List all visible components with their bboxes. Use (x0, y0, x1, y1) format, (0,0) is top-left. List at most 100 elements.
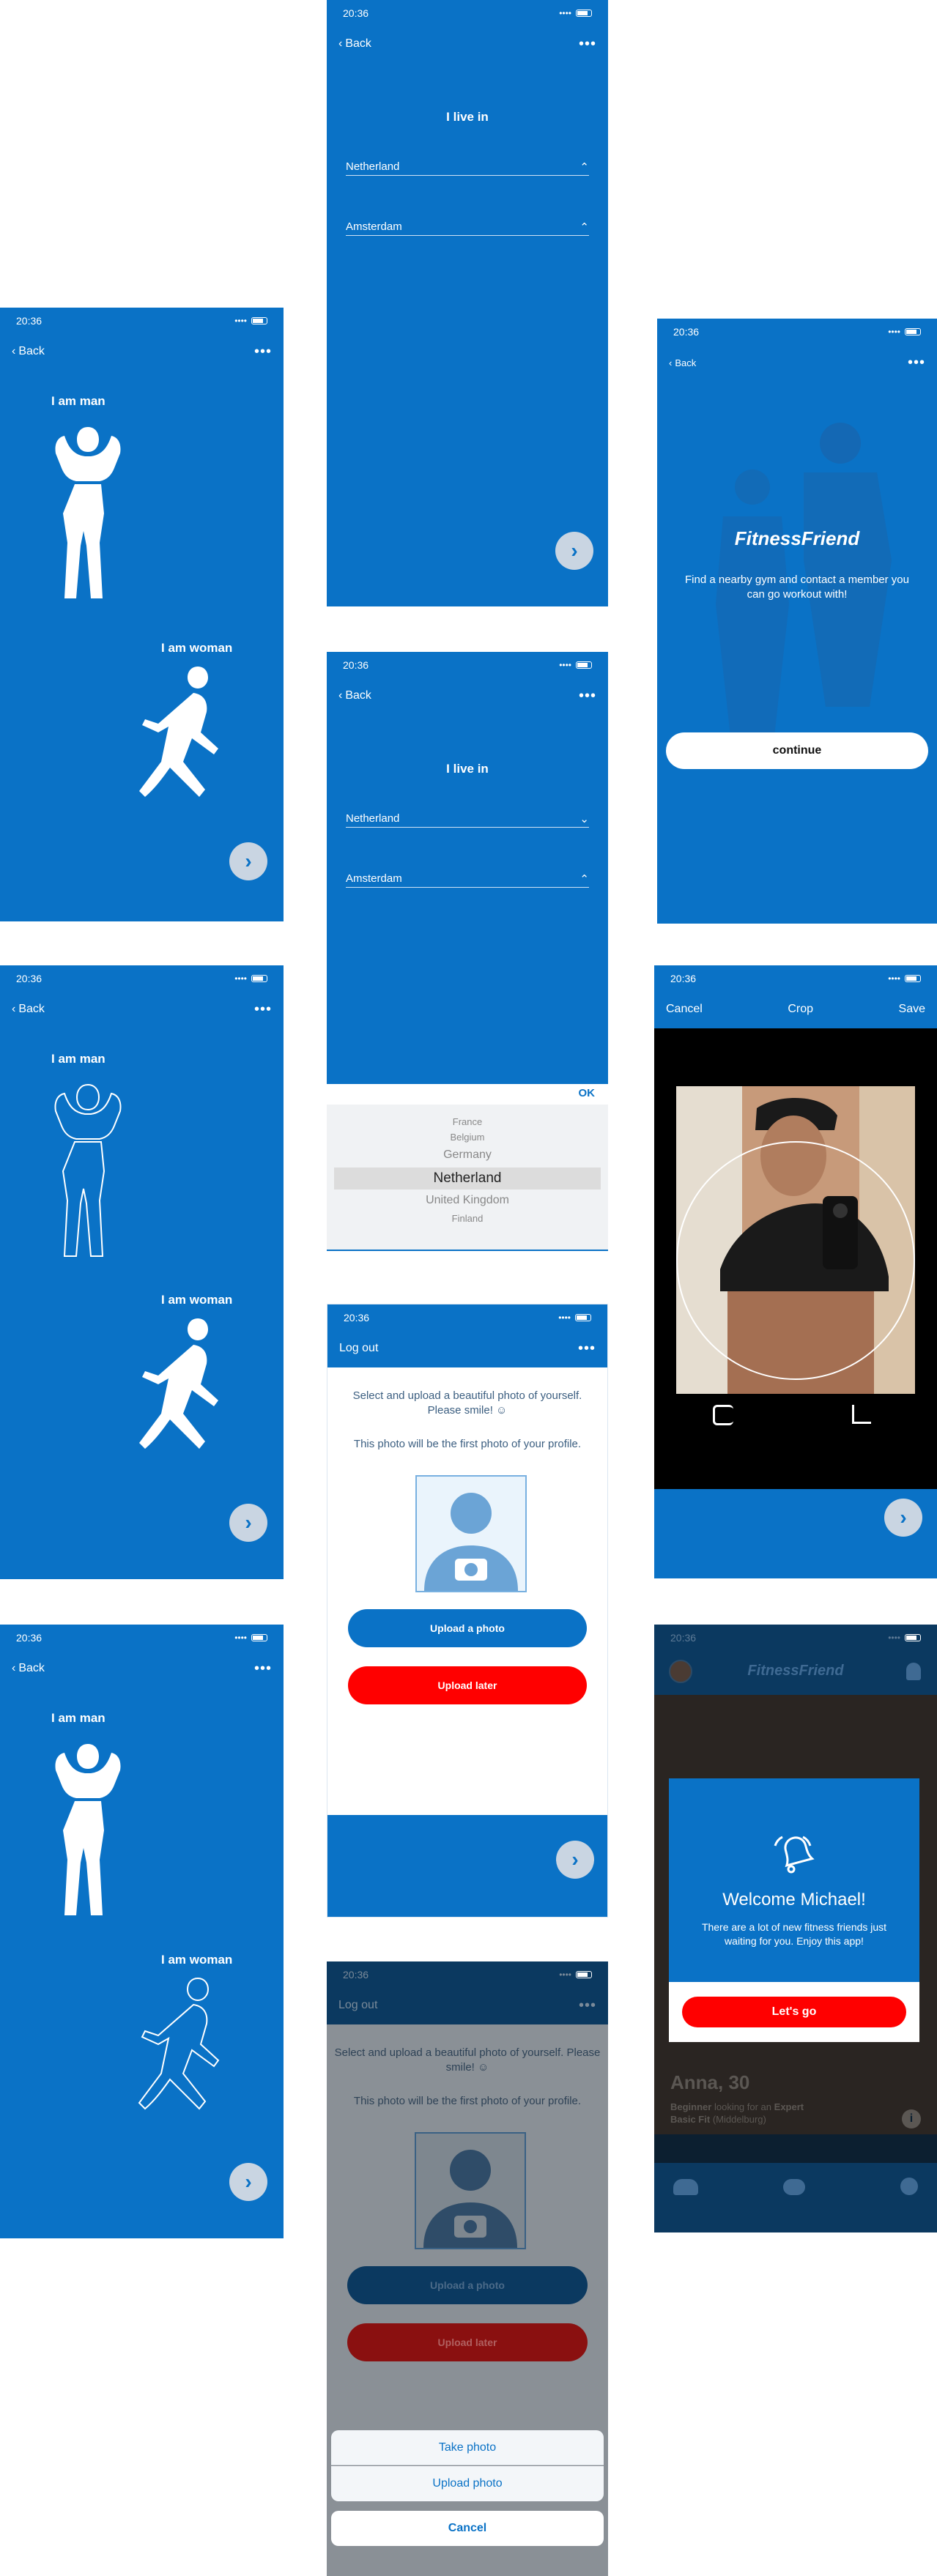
woman-label: I am woman (161, 641, 233, 655)
next-button[interactable]: › (884, 1499, 922, 1537)
chevron-left-icon: ‹ (669, 357, 673, 368)
picker-option[interactable]: Germany (327, 1148, 608, 1162)
woman-figure[interactable] (110, 659, 242, 813)
profile-name: Anna, 30 (670, 2071, 750, 2093)
crop-title: Crop (788, 1003, 814, 1015)
picker-option-selected[interactable]: Netherland (334, 1168, 601, 1189)
country-select[interactable]: Netherland ⌄ (346, 810, 589, 828)
next-button[interactable]: › (229, 1504, 267, 1542)
chevron-left-icon: ‹ (12, 345, 16, 357)
back-button[interactable]: ‹ Back (338, 689, 371, 702)
screen-intro: 20:36 •••• ‹ Back ••• FitnessFriend Find a… (657, 319, 937, 924)
back-button[interactable]: ‹ Back (12, 1003, 45, 1016)
chevron-right-icon: › (245, 850, 252, 872)
crop-cancel-button[interactable]: Cancel (666, 1003, 703, 1016)
city-select[interactable]: Amsterdam ⌃ (346, 870, 589, 888)
woman-figure-outline[interactable] (110, 1971, 242, 2125)
more-icon[interactable]: ••• (579, 688, 596, 705)
upload-prompt: Select and upload a beautiful photo of y… (334, 2046, 601, 2074)
notification-bell-icon[interactable] (906, 1663, 921, 1680)
status-bar: 20:36 •••• (0, 965, 284, 992)
next-button[interactable]: › (556, 1841, 594, 1879)
welcome-text: There are a lot of new fitness friends j… (701, 1921, 887, 1947)
upload-later-button[interactable]: Upload later (347, 2323, 588, 2361)
location-title: I live in (446, 110, 489, 124)
logout-button[interactable]: Log out (338, 1999, 377, 2012)
screen-welcome: 20:36 •••• FitnessFriend Anna, 30 Beginne… (654, 1625, 937, 2232)
next-button[interactable]: › (229, 842, 267, 880)
intro-tagline: Find a nearby gym and contact a member y… (685, 574, 909, 601)
status-bar: 20:36 •••• (654, 1625, 937, 1651)
picker-option[interactable]: France (327, 1116, 608, 1127)
more-icon[interactable]: ••• (254, 1001, 272, 1018)
more-icon[interactable]: ••• (908, 355, 925, 371)
more-icon[interactable]: ••• (254, 1660, 272, 1677)
screen-location: 20:36 •••• ‹ Back ••• I live in Netherland… (327, 0, 608, 606)
logout-button[interactable]: Log out (339, 1342, 378, 1355)
screen-gender-woman-selected: 20:36 •••• ‹ Back ••• I am man I am woman … (0, 965, 284, 1579)
take-photo-button[interactable]: Take photo (331, 2430, 604, 2465)
more-icon[interactable]: ••• (579, 36, 596, 53)
tab-friends-icon[interactable] (673, 2179, 698, 2195)
crop-save-button[interactable]: Save (899, 1003, 925, 1016)
next-button[interactable]: › (555, 532, 593, 570)
status-bar: 20:36 •••• (654, 965, 937, 992)
more-icon[interactable]: ••• (579, 1997, 596, 2014)
back-button[interactable]: ‹ Back (669, 357, 696, 368)
lets-go-button[interactable]: Let's go (682, 1997, 906, 2027)
battery-icon (905, 1634, 921, 1641)
upload-photo-button[interactable]: Upload a photo (347, 2266, 588, 2304)
action-sheet: Take photo Upload photo Cancel (327, 2430, 608, 2576)
woman-figure[interactable] (110, 1311, 242, 1465)
screen-upload-actionsheet: 20:36 •••• Log out ••• Select and upload … (327, 1961, 608, 2576)
chevron-left-icon: ‹ (12, 1003, 16, 1015)
city-select[interactable]: Amsterdam ⌃ (346, 218, 589, 236)
chevron-left-icon: ‹ (12, 1662, 16, 1674)
battery-icon (905, 328, 921, 335)
chevron-right-icon: › (245, 2170, 252, 2193)
more-icon[interactable]: ••• (254, 344, 272, 360)
upload-photo-button[interactable]: Upload a photo (348, 1609, 587, 1647)
man-figure[interactable] (37, 421, 139, 604)
picker-option[interactable]: United Kingdom (327, 1194, 608, 1207)
battery-icon (251, 1634, 267, 1641)
nav-bar: ‹ Back ••• (327, 681, 608, 710)
nav-bar: Log out ••• (327, 1991, 608, 2020)
upload-later-button[interactable]: Upload later (348, 1666, 587, 1704)
info-icon[interactable]: i (902, 2109, 921, 2128)
screen-upload-photo: 20:36 •••• Log out ••• Select and upload … (327, 1304, 608, 1918)
sheet-cancel-button[interactable]: Cancel (331, 2511, 604, 2546)
back-button[interactable]: ‹ Back (12, 345, 45, 358)
back-button[interactable]: ‹ Back (12, 1662, 45, 1675)
battery-icon (575, 1314, 591, 1321)
picker-option[interactable]: Finland (327, 1213, 608, 1224)
more-icon[interactable]: ••• (578, 1340, 596, 1357)
country-select[interactable]: Netherland ⌃ (346, 158, 589, 176)
screen-crop: 20:36 •••• Cancel Crop Save › (654, 965, 937, 1578)
man-figure-outline[interactable] (37, 1079, 139, 1262)
crop-circle[interactable] (676, 1141, 915, 1380)
man-figure[interactable] (37, 1738, 139, 1921)
picker-ok-button[interactable]: OK (579, 1087, 596, 1099)
tab-settings-icon[interactable] (900, 2178, 918, 2195)
brand-logo: FitnessFriend (747, 1663, 844, 1679)
rotate-icon[interactable] (713, 1405, 733, 1425)
woman-label: I am woman (161, 1293, 233, 1307)
chevron-left-icon: ‹ (338, 37, 343, 50)
status-bar: 20:36 •••• (327, 1304, 607, 1331)
nav-bar: ‹ Back ••• (0, 1654, 284, 1683)
chevron-up-icon: ⌃ (579, 220, 589, 234)
header: 20:36 •••• FitnessFriend (654, 1625, 937, 1695)
picker-wheel[interactable]: France Belgium Germany Netherland United… (327, 1105, 608, 1251)
tab-chat-icon[interactable] (783, 2179, 805, 2195)
welcome-title: Welcome Michael! (722, 1890, 866, 1909)
continue-button[interactable]: continue (666, 732, 928, 769)
upload-photo-option[interactable]: Upload photo (331, 2466, 604, 2501)
next-button[interactable]: › (229, 2163, 267, 2201)
crop-tool-icon[interactable] (852, 1405, 871, 1424)
battery-icon (251, 317, 267, 324)
screen-location-picker: 20:36 •••• ‹ Back ••• I live in Netherland… (327, 652, 608, 1260)
battery-icon (576, 10, 592, 17)
picker-option[interactable]: Belgium (327, 1132, 608, 1143)
back-button[interactable]: ‹ Back (338, 37, 371, 51)
